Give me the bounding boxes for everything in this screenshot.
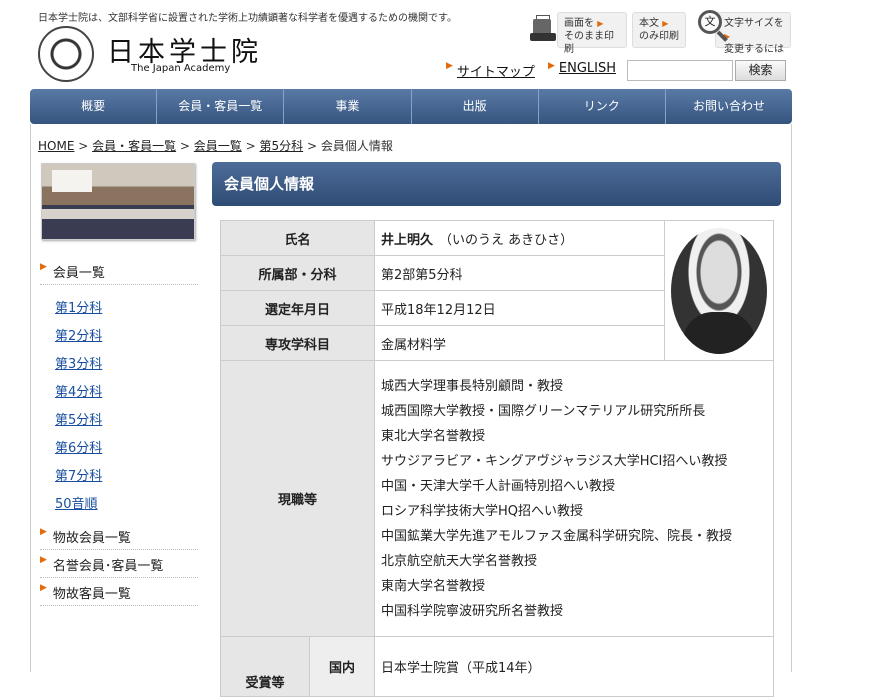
sidebar-member-list[interactable]: ▶ 会員一覧 <box>40 262 198 285</box>
sidebar-division-3[interactable]: 第3分科 <box>55 353 102 372</box>
meeting-photo <box>41 163 195 240</box>
duty-item: 中国科学院寧波研究所名誉教授 <box>381 603 564 619</box>
sidebar-deceased-guests[interactable]: ▶ 物故客員一覧 <box>40 583 198 606</box>
field-value: 金属材料学 <box>374 325 665 361</box>
table-row: 氏名 井上明久 （いのうえ あきひさ） <box>220 220 774 361</box>
english-link[interactable]: ENGLISH <box>559 61 616 76</box>
print-text-button[interactable]: 本文 ▶ のみ印刷 <box>632 12 686 48</box>
breadcrumb-home[interactable]: HOME <box>38 139 74 153</box>
field-label: 専攻学科目 <box>220 325 375 361</box>
nav-members-guests[interactable]: 会員・客員一覧 <box>157 89 285 124</box>
breadcrumb-division[interactable]: 第5分科 <box>260 139 304 153</box>
duty-item: 北京航空航天大学名誉教授 <box>381 553 538 569</box>
search-input[interactable] <box>627 60 733 81</box>
sidebar-division-1[interactable]: 第1分科 <box>55 297 102 316</box>
page-title: 会員個人情報 <box>212 162 781 206</box>
breadcrumb: HOME > 会員・客員一覧 > 会員一覧 > 第5分科 > 会員個人情報 <box>38 139 393 153</box>
sidebar-division-7[interactable]: 第7分科 <box>55 465 102 484</box>
arrow-icon: ▶ <box>40 262 47 272</box>
breadcrumb-current: 会員個人情報 <box>320 139 393 153</box>
duty-item: ロシア科学技術大学HQ招へい教授 <box>381 503 584 519</box>
portrait-cell <box>664 220 774 361</box>
nav-links[interactable]: リンク <box>539 89 666 124</box>
duties-value: 城西大学理事長特別顧問・教授 城西国際大学教授・国際グリーンマテリアル研究所所長… <box>374 360 774 637</box>
arrow-icon: ▶ <box>40 555 47 565</box>
dept-label: 所属部・分科 <box>220 255 375 291</box>
arrow-icon: ▶ <box>662 19 669 28</box>
dept-value: 第2部第5分科 <box>374 255 665 291</box>
sidebar-division-4[interactable]: 第4分科 <box>55 381 102 400</box>
nav-publications[interactable]: 出版 <box>412 89 539 124</box>
duty-item: 中国・天津大学千人計画特別招へい教授 <box>381 478 616 494</box>
duty-item: サウジアラビア・キングアヴジャラジス大学HCI招へい教授 <box>381 453 728 469</box>
sidebar-division-2[interactable]: 第2分科 <box>55 325 102 344</box>
sitemap-link[interactable]: サイトマップ <box>457 65 535 80</box>
nav-activities[interactable]: 事業 <box>284 89 412 124</box>
sidebar-division-6[interactable]: 第6分科 <box>55 437 102 456</box>
japan-academy-seal-logo[interactable] <box>38 26 94 82</box>
elected-value: 平成18年12月12日 <box>374 290 665 326</box>
breadcrumb-members-guests[interactable]: 会員・客員一覧 <box>92 139 176 153</box>
name-label: 氏名 <box>220 220 375 256</box>
table-row: 受賞等 国内 日本学士院賞（平成14年） <box>220 636 774 697</box>
main-navigation: 概要 会員・客員一覧 事業 出版 リンク お問い合わせ <box>30 89 792 124</box>
duty-item: 東北大学名誉教授 <box>381 428 486 444</box>
elected-label: 選定年月日 <box>220 290 375 326</box>
arrow-icon: ▶ <box>446 61 453 71</box>
arrow-icon: ▶ <box>548 61 555 71</box>
arrow-icon: ▶ <box>40 583 47 593</box>
table-row: 現職等 城西大学理事長特別顧問・教授 城西国際大学教授・国際グリーンマテリアル研… <box>220 360 774 637</box>
duty-item: 城西大学理事長特別顧問・教授 <box>381 378 564 394</box>
nav-contact[interactable]: お問い合わせ <box>666 89 792 124</box>
printer-icon[interactable] <box>529 15 557 43</box>
duty-item: 中国鉱業大学先進アモルファス金属科学研究院、院長・教授 <box>381 528 733 544</box>
sidebar-honorary-members[interactable]: ▶ 名誉会員･客員一覧 <box>40 555 198 578</box>
print-full-button[interactable]: 画面を ▶ そのまま印刷 <box>557 12 627 55</box>
sidebar-division-5[interactable]: 第5分科 <box>55 409 102 428</box>
duty-item: 城西国際大学教授・国際グリーンマテリアル研究所所長 <box>381 403 706 419</box>
sidebar-gojuon[interactable]: 50音順 <box>55 493 98 512</box>
name-reading: （いのうえ あきひさ） <box>439 232 574 248</box>
member-portrait <box>671 227 767 354</box>
domestic-label: 国内 <box>309 636 375 697</box>
arrow-icon: ▶ <box>597 19 604 28</box>
duty-item: 東南大学名誉教授 <box>381 578 486 594</box>
search-button[interactable]: 検索 <box>735 60 786 81</box>
domestic-awards: 日本学士院賞（平成14年） <box>374 636 774 697</box>
arrow-icon: ▶ <box>40 527 47 537</box>
duties-label: 現職等 <box>220 360 375 637</box>
site-description: 日本学士院は、文部科学省に設置された学術上功績顕著な科学者を優遇するための機関で… <box>38 13 457 24</box>
awards-label: 受賞等 <box>220 636 310 697</box>
site-logo-subtitle[interactable]: The Japan Academy <box>131 63 230 74</box>
breadcrumb-members[interactable]: 会員一覧 <box>194 139 242 153</box>
name-value: 井上明久 （いのうえ あきひさ） <box>374 220 665 256</box>
member-info-table: 氏名 井上明久 （いのうえ あきひさ） 所属部・分科 第2部第5分科 選定年月日 … <box>220 220 774 697</box>
nav-about[interactable]: 概要 <box>30 89 158 124</box>
sidebar-deceased-members[interactable]: ▶ 物故会員一覧 <box>40 527 198 550</box>
magnifier-icon[interactable]: 文 <box>698 10 722 34</box>
font-size-help-button[interactable]: 文字サイズを▶ 変更するには <box>715 12 791 55</box>
